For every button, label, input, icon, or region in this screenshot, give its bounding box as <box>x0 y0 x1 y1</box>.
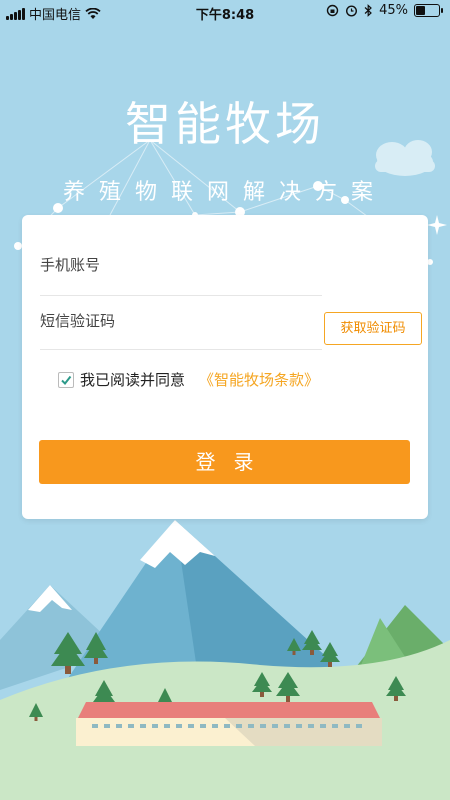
battery-icon <box>414 4 443 17</box>
app-title: 智能牧场 <box>125 97 325 151</box>
battery-fill <box>416 6 425 15</box>
lock-rotation-icon <box>326 4 339 17</box>
login-screen: 中国电信 下午8:48 45% 智能牧场 养殖物联网解决方案 手机账号 短信验证… <box>0 0 450 800</box>
sms-code-input[interactable] <box>40 312 322 330</box>
terms-link[interactable]: 《智能牧场条款》 <box>199 369 319 390</box>
checkmark-icon <box>61 375 72 385</box>
alarm-icon <box>346 5 358 17</box>
login-card: 获取验证码 我已阅读并同意 《智能牧场条款》 登录 <box>22 215 428 519</box>
phone-field <box>40 255 322 296</box>
sms-code-field <box>40 311 322 350</box>
agree-checkbox[interactable] <box>58 371 74 388</box>
app-subtitle: 养殖物联网解决方案 <box>62 180 387 205</box>
agree-label: 我已阅读并同意 <box>80 371 186 389</box>
login-button[interactable]: 登录 <box>39 440 410 484</box>
status-bar-right: 45% <box>326 3 443 18</box>
get-code-button[interactable]: 获取验证码 <box>324 312 422 345</box>
battery-percent: 45% <box>379 3 408 18</box>
agreement-row: 我已阅读并同意 《智能牧场条款》 <box>58 369 319 390</box>
status-bar: 中国电信 下午8:48 45% <box>0 0 450 24</box>
phone-input[interactable] <box>40 256 322 274</box>
bluetooth-icon <box>364 4 372 17</box>
